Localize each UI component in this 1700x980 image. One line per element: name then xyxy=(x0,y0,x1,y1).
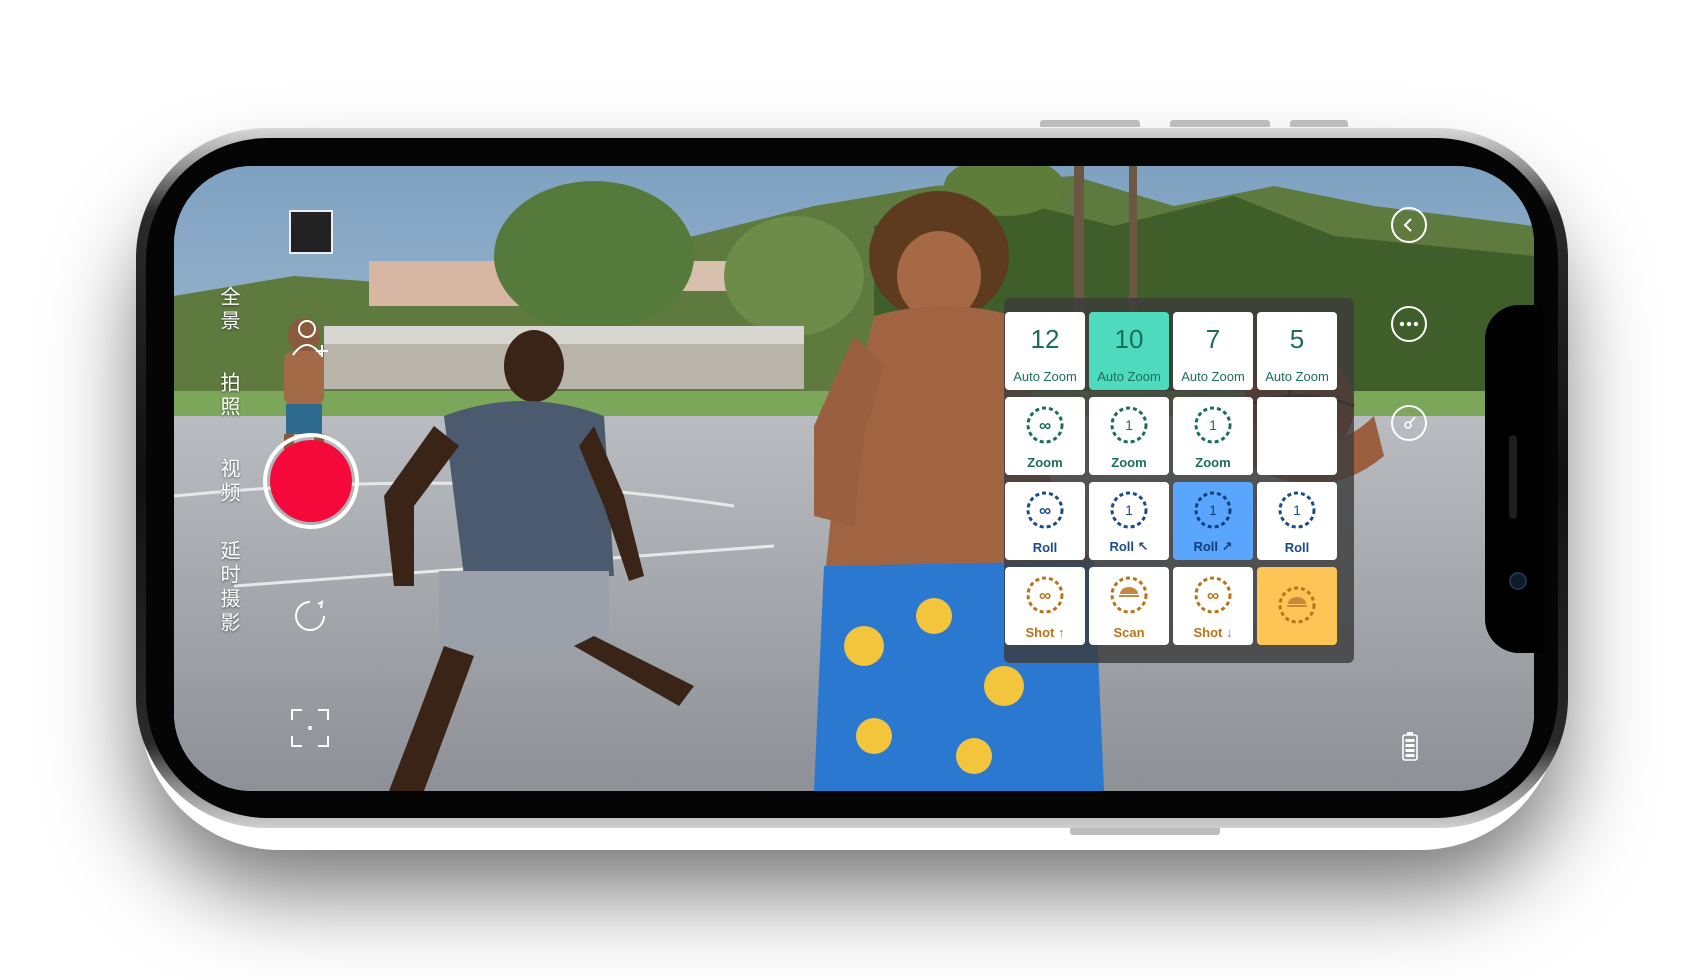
tile-label: Auto Zoom xyxy=(1181,369,1245,384)
mode-timelapse[interactable]: 延时摄影 xyxy=(214,540,243,636)
power-button xyxy=(1070,828,1220,835)
zoom-once-alt-icon: 1 xyxy=(1194,406,1232,444)
tile-glyph: ∞ xyxy=(1207,586,1219,605)
auto-zoom-5-tile[interactable]: 5 Auto Zoom xyxy=(1257,312,1337,390)
tile-glyph: 1 xyxy=(1125,417,1133,433)
auto-zoom-12-tile[interactable]: 12 Auto Zoom xyxy=(1005,312,1085,390)
roll-left-icon: 1 xyxy=(1110,491,1148,529)
tile-glyph: ∞ xyxy=(1039,501,1051,520)
auto-zoom-7-tile[interactable]: 7 Auto Zoom xyxy=(1173,312,1253,390)
tile-label: Roll xyxy=(1284,540,1310,555)
add-person-icon[interactable] xyxy=(290,317,332,359)
shot-up-icon: ∞ xyxy=(1026,576,1064,614)
roll-loop-tile[interactable]: ∞ Roll xyxy=(1005,482,1085,560)
qr-code-icon[interactable] xyxy=(289,210,333,254)
mute-switch xyxy=(1290,120,1348,127)
tile-label: Shot ↓ xyxy=(1193,625,1233,640)
scan-active-icon xyxy=(1278,586,1316,624)
shot-mode-panel: 12 Auto Zoom 10 Auto Zoom 7 Auto Zoom 5 … xyxy=(1004,298,1354,663)
tile-label: Zoom xyxy=(1111,455,1147,470)
gimbal-icon xyxy=(1404,416,1416,429)
front-camera xyxy=(1509,572,1527,590)
volume-button xyxy=(1040,120,1140,127)
scan-tile[interactable]: Scan xyxy=(1089,567,1169,645)
tile-label: Zoom xyxy=(1027,455,1063,470)
tile-label: Roll ↗ xyxy=(1193,539,1233,554)
more-button[interactable] xyxy=(1391,306,1427,342)
roll-right-tile[interactable]: 1 Roll ↗ xyxy=(1173,482,1253,560)
tile-glyph: 1 xyxy=(1125,502,1133,518)
auto-zoom-10-tile[interactable]: 10 Auto Zoom xyxy=(1089,312,1169,390)
tile-label: Auto Zoom xyxy=(1265,369,1329,384)
tile-glyph: 1 xyxy=(1293,502,1301,518)
tile-label: Zoom xyxy=(1195,455,1231,470)
roll-once-tile[interactable]: 1 Roll xyxy=(1257,482,1337,560)
tile-label: Roll xyxy=(1032,540,1058,555)
record-button[interactable] xyxy=(270,440,352,522)
tile-label: Auto Zoom xyxy=(1097,369,1161,384)
phone-speaker xyxy=(1509,435,1517,519)
roll-left-tile[interactable]: 1 Roll ↖ xyxy=(1089,482,1169,560)
zoom-loop-icon: ∞ xyxy=(1026,406,1064,444)
gimbal-button[interactable] xyxy=(1391,405,1427,441)
volume-button xyxy=(1170,120,1270,127)
tile-glyph: 1 xyxy=(1209,502,1217,518)
zoom-once-alt-tile[interactable]: 1 Zoom xyxy=(1173,397,1253,475)
roll-loop-icon: ∞ xyxy=(1026,491,1064,529)
zoom-once-icon: 1 xyxy=(1110,406,1148,444)
mode-video[interactable]: 视频 xyxy=(214,458,243,506)
timer-icon[interactable] xyxy=(292,598,328,634)
tile-number: 5 xyxy=(1289,324,1305,354)
tile-number: 7 xyxy=(1205,324,1221,354)
more-icon xyxy=(1399,321,1419,327)
mode-panorama[interactable]: 全景 xyxy=(214,286,243,334)
zoom-once-tile[interactable]: 1 Zoom xyxy=(1089,397,1169,475)
scan-icon xyxy=(1110,576,1148,614)
tile-glyph: ∞ xyxy=(1039,586,1051,605)
zoom-loop-tile[interactable]: ∞ Zoom xyxy=(1005,397,1085,475)
empty-tile[interactable] xyxy=(1257,397,1337,475)
shot-up-tile[interactable]: ∞ Shot ↑ xyxy=(1005,567,1085,645)
shot-down-tile[interactable]: ∞ Shot ↓ xyxy=(1173,567,1253,645)
mode-photo[interactable]: 拍照 xyxy=(214,372,243,420)
back-button[interactable] xyxy=(1391,207,1427,243)
tile-label: Shot ↑ xyxy=(1025,625,1065,640)
back-icon xyxy=(1403,218,1412,232)
scan-active-tile[interactable] xyxy=(1257,567,1337,645)
tile-number: 10 xyxy=(1114,324,1144,354)
roll-right-icon: 1 xyxy=(1194,491,1232,529)
roll-once-icon: 1 xyxy=(1278,491,1316,529)
tile-label: Roll ↖ xyxy=(1109,539,1149,554)
tile-glyph: 1 xyxy=(1209,417,1217,433)
tile-number: 12 xyxy=(1030,324,1060,354)
tile-label: Scan xyxy=(1113,625,1145,640)
tile-label: Auto Zoom xyxy=(1013,369,1077,384)
battery-icon xyxy=(1402,732,1418,761)
shot-down-icon: ∞ xyxy=(1194,576,1232,614)
focus-frame-icon[interactable] xyxy=(290,708,330,748)
tile-glyph: ∞ xyxy=(1039,416,1051,435)
